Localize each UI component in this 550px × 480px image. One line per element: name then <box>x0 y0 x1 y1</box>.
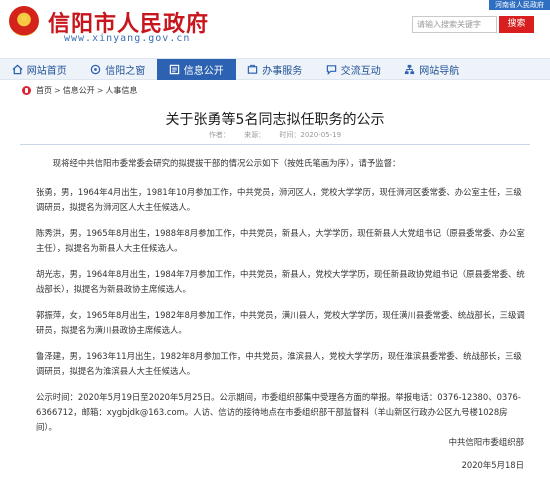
nav-label: 网站导航 <box>419 66 460 77</box>
article-meta: 作者： 来源： 时间：2020-05-19 <box>0 130 550 140</box>
candidate-paragraph: 胡光志，男，1964年8月出生，1984年7月参加工作，中共党员，新县人，党校大… <box>36 269 525 294</box>
candidate-paragraph: 陈秀洪，男，1965年8月出生，1988年8月参加工作，中共党员，新县人，大学学… <box>36 228 525 253</box>
nav-item-interact[interactable]: 交流互动 <box>314 59 393 80</box>
breadcrumb-separator: > <box>96 86 104 95</box>
meta-date: 时间：2020-05-19 <box>279 131 342 139</box>
breadcrumb-personnel[interactable]: 人事信息 <box>105 85 137 96</box>
title-divider <box>20 144 530 145</box>
nav-item-sitemap[interactable]: 网站导航 <box>393 59 472 80</box>
breadcrumb-info[interactable]: 信息公开 <box>63 85 95 96</box>
location-icon <box>22 86 31 95</box>
nav-item-window[interactable]: 信阳之窗 <box>79 59 158 80</box>
candidate-paragraph: 张勇，男，1964年4月出生，1981年10月参加工作，中共党员，浉河区人，党校… <box>36 187 522 212</box>
sitemap-icon <box>404 64 415 75</box>
nav-label: 办事服务 <box>262 66 303 77</box>
search-input[interactable] <box>412 16 497 33</box>
candidate-paragraph: 鲁泽建，男，1963年11月出生，1982年8月参加工作，中共党员，淮滨县人，党… <box>36 351 522 376</box>
service-icon <box>247 64 258 75</box>
sign-date: 2020年5月18日 <box>461 460 524 470</box>
star-icon: ★ <box>19 11 29 24</box>
breadcrumb: 首页 > 信息公开 > 人事信息 <box>22 85 137 96</box>
window-icon <box>90 64 101 75</box>
site-url: www.xinyang.gov.cn <box>64 33 191 44</box>
main-nav: 网站首页 信阳之窗 信息公开 办事服务 交流互动 网站导航 <box>0 58 550 80</box>
home-icon <box>12 64 23 75</box>
article-intro: 现将经中共信阳市委常委会研究的拟提拔干部的情况公示如下（按姓氏笔画为序），请予监… <box>52 158 401 168</box>
signer: 中共信阳市委组织部 <box>448 437 524 447</box>
province-portal-link[interactable]: 河南省人民政府 <box>489 0 550 10</box>
info-icon <box>169 64 180 75</box>
meta-source: 来源： <box>244 131 266 139</box>
nav-item-service[interactable]: 办事服务 <box>236 59 315 80</box>
article-title: 关于张勇等5名同志拟任职务的公示 <box>165 112 385 128</box>
nav-label: 交流互动 <box>340 66 381 77</box>
notice-paragraph: 公示时间：2020年5月19日至2020年5月25日。公示期间，市委组织部集中受… <box>36 392 521 432</box>
nav-label: 信息公开 <box>183 66 224 77</box>
breadcrumb-separator: > <box>54 86 61 95</box>
nav-item-home[interactable]: 网站首页 <box>0 59 79 80</box>
national-emblem-icon: ★ <box>9 6 39 36</box>
candidate-paragraph: 郭振萍，女，1965年8月出生，1982年8月参加工作，中共党员，潢川县人，党校… <box>36 310 525 335</box>
chat-icon <box>326 64 337 75</box>
nav-label: 网站首页 <box>26 66 67 77</box>
nav-item-info[interactable]: 信息公开 <box>157 59 236 80</box>
site-header: ★ 信阳市人民政府 www.xinyang.gov.cn 河南省人民政府 搜索 <box>0 0 550 58</box>
search-button[interactable]: 搜索 <box>499 16 534 33</box>
nav-label: 信阳之窗 <box>105 66 146 77</box>
meta-author: 作者： <box>208 131 230 139</box>
breadcrumb-home[interactable]: 首页 <box>36 85 52 96</box>
